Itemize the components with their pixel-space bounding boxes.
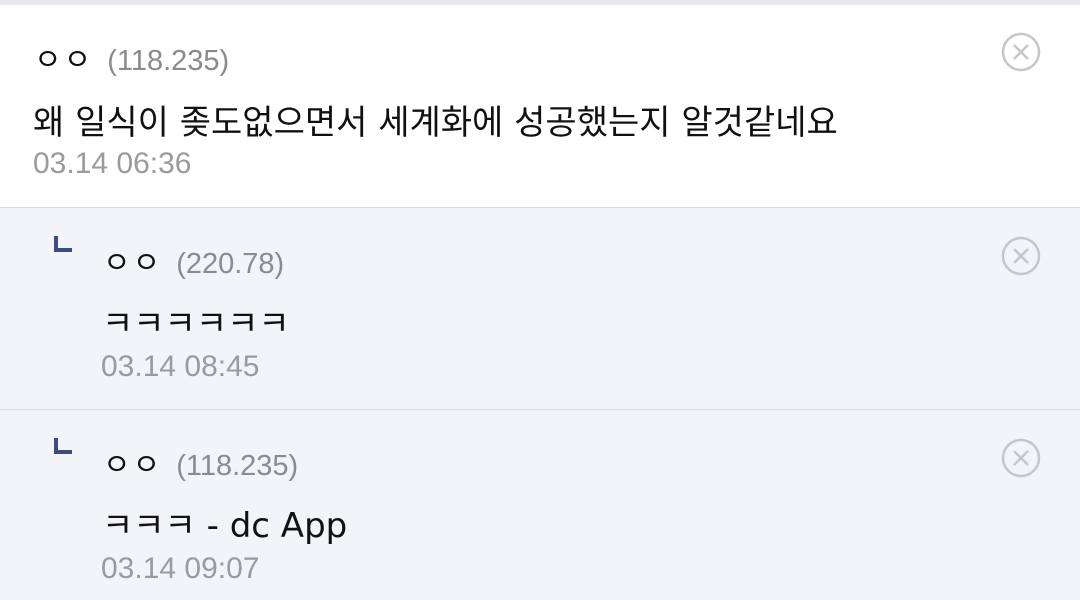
reply-nickname[interactable]: ㅇㅇ: [103, 238, 162, 282]
reply-text: ㅋㅋㅋㅋㅋㅋ: [102, 304, 290, 344]
comment-ip: (118.235): [107, 45, 230, 77]
reply-text: ㅋㅋㅋ - dc App: [102, 506, 348, 546]
delete-reply-button[interactable]: [1001, 438, 1041, 478]
comment-header: ㅇㅇ (118.235): [34, 35, 229, 79]
comment-timestamp: 03.14 06:36: [33, 147, 192, 180]
reply-header: ㅇㅇ (220.78): [103, 238, 284, 282]
close-circle-icon: [1001, 438, 1041, 478]
comment-text: 왜 일식이 좆도없으면서 세계화에 성공했는지 알것같네요: [33, 103, 838, 143]
comment-nickname[interactable]: ㅇㅇ: [34, 35, 93, 79]
reply-header: ㅇㅇ (118.235): [103, 440, 298, 484]
delete-reply-button[interactable]: [1001, 236, 1041, 276]
reply-arrow-icon: [54, 438, 72, 456]
reply-timestamp: 03.14 08:45: [101, 350, 260, 383]
delete-comment-button[interactable]: [1001, 32, 1041, 72]
close-circle-icon: [1001, 236, 1041, 276]
reply-ip: (118.235): [176, 450, 299, 482]
reply-item: ㅇㅇ (118.235) ㅋㅋㅋ - dc App 03.14 09:07: [0, 409, 1080, 600]
comment-item: ㅇㅇ (118.235) 왜 일식이 좆도없으면서 세계화에 성공했는지 알것같…: [0, 5, 1080, 207]
reply-item: ㅇㅇ (220.78) ㅋㅋㅋㅋㅋㅋ 03.14 08:45: [0, 207, 1080, 409]
reply-nickname[interactable]: ㅇㅇ: [103, 440, 162, 484]
close-circle-icon: [1001, 32, 1041, 72]
reply-timestamp: 03.14 09:07: [101, 552, 260, 585]
reply-arrow-icon: [54, 236, 72, 254]
reply-ip: (220.78): [176, 248, 285, 280]
